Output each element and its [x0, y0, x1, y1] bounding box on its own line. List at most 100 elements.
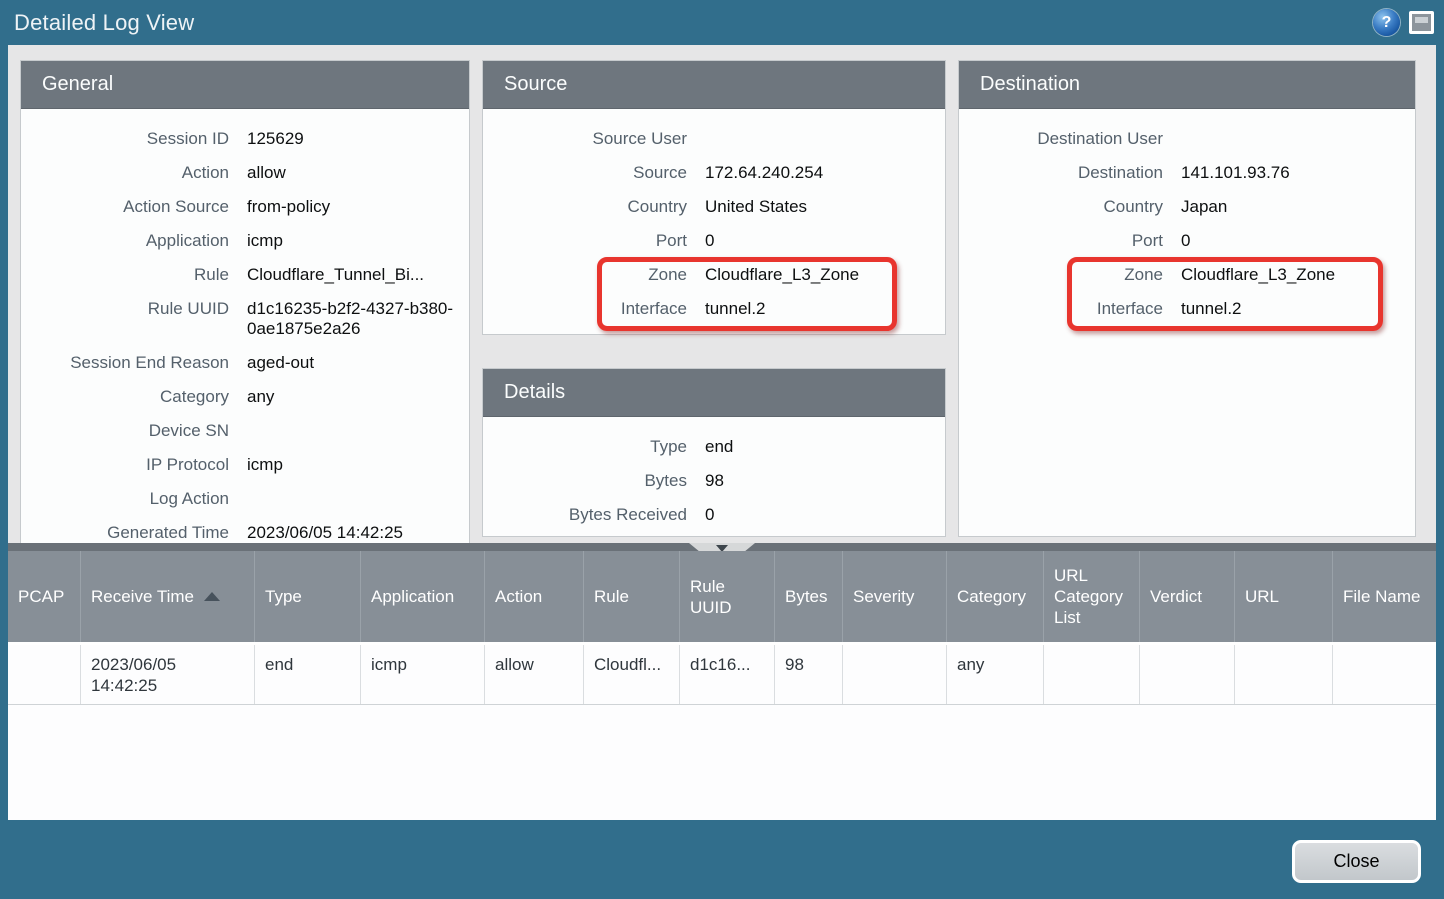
field-label: Source User — [592, 129, 687, 148]
field-label: Zone — [648, 265, 687, 284]
field-label: Rule — [194, 265, 229, 284]
column-header-rule-uuid[interactable]: Rule UUID — [680, 551, 775, 642]
field-value: 172.64.240.254 — [705, 163, 824, 182]
field-value: any — [247, 387, 275, 406]
destination-panel-body: Destination User Destination 141.101.93.… — [959, 109, 1415, 331]
field-value: 141.101.93.76 — [1181, 163, 1290, 182]
close-button[interactable]: Close — [1292, 840, 1421, 883]
field-row-zone: Zone Cloudflare_L3_Zone — [483, 258, 945, 292]
column-header-bytes[interactable]: Bytes — [775, 551, 843, 642]
column-header-type[interactable]: Type — [255, 551, 361, 642]
field-value: aged-out — [247, 353, 315, 372]
field-value: Cloudflare_Tunnel_Bi... — [247, 265, 425, 284]
field-row-zone: Zone Cloudflare_L3_Zone — [959, 258, 1415, 292]
cell-rule-uuid: d1c16... — [680, 645, 775, 704]
field-label: IP Protocol — [146, 455, 229, 474]
field-row-session-end-reason: Session End Reason aged-out — [21, 346, 469, 380]
column-header-application[interactable]: Application — [361, 551, 485, 642]
field-value: allow — [247, 163, 286, 182]
field-value: end — [705, 437, 734, 456]
column-header-pcap[interactable]: PCAP — [8, 551, 81, 642]
details-panel-body: Type end Bytes 98 Bytes Received 0 — [483, 417, 945, 532]
column-header-url[interactable]: URL — [1235, 551, 1333, 642]
field-label: Interface — [1096, 299, 1163, 318]
column-header-severity[interactable]: Severity — [843, 551, 947, 642]
cell-bytes: 98 — [775, 645, 843, 704]
column-header-url-category-list[interactable]: URL Category List — [1044, 551, 1140, 642]
help-icon[interactable]: ? — [1373, 9, 1400, 36]
field-row-bytes-received: Bytes Received 0 — [483, 498, 945, 532]
field-row-action: Action allow — [21, 156, 469, 190]
field-value: tunnel.2 — [1181, 299, 1242, 318]
field-label: Destination — [1077, 163, 1163, 182]
field-value: 0 — [1181, 231, 1191, 250]
window-restore-band — [1415, 17, 1428, 23]
field-value: Cloudflare_L3_Zone — [705, 265, 860, 284]
field-value: Cloudflare_L3_Zone — [1181, 265, 1336, 284]
field-label: Device SN — [148, 421, 229, 440]
field-row-ip-protocol: IP Protocol icmp — [21, 448, 469, 482]
field-label: Destination User — [1037, 129, 1163, 148]
field-row-category: Category any — [21, 380, 469, 414]
detail-panels-area: General Session ID 125629 Action allow A… — [8, 45, 1436, 543]
column-header-category[interactable]: Category — [947, 551, 1044, 642]
field-value: from-policy — [247, 197, 331, 216]
column-header-receive-time[interactable]: Receive Time — [81, 551, 255, 642]
source-panel: Source Source User Source 172.64.240.254… — [482, 60, 946, 335]
cell-url — [1235, 645, 1333, 704]
field-label: Rule UUID — [147, 299, 229, 318]
column-header-file-name[interactable]: File Name — [1333, 551, 1436, 642]
field-row-interface: Interface tunnel.2 — [483, 292, 945, 326]
general-panel-header: General — [21, 61, 469, 109]
source-panel-body: Source User Source 172.64.240.254 Countr… — [483, 109, 945, 331]
field-value: icmp — [247, 231, 283, 250]
field-value: 0 — [705, 231, 715, 250]
cell-url-category-list — [1044, 645, 1140, 704]
field-value — [687, 129, 945, 149]
field-row-source: Source 172.64.240.254 — [483, 156, 945, 190]
field-row-device-sn: Device SN — [21, 414, 469, 448]
table-row[interactable]: 2023/06/05 14:42:25 end icmp allow Cloud… — [8, 645, 1436, 705]
destination-panel-header: Destination — [959, 61, 1415, 109]
field-label: Country — [627, 197, 687, 216]
cell-pcap — [8, 645, 81, 704]
field-row-type: Type end — [483, 430, 945, 464]
field-label: Type — [650, 437, 687, 456]
cell-application: icmp — [361, 645, 485, 704]
field-value: icmp — [247, 455, 283, 474]
field-label: Generated Time — [107, 523, 229, 542]
window-restore-icon[interactable] — [1409, 11, 1434, 34]
field-row-destination: Destination 141.101.93.76 — [959, 156, 1415, 190]
column-header-rule[interactable]: Rule — [584, 551, 680, 642]
field-row-log-action: Log Action — [21, 482, 469, 516]
field-row-generated-time: Generated Time 2023/06/05 14:42:25 — [21, 516, 469, 543]
field-label: Action Source — [123, 197, 229, 216]
log-table: PCAP Receive Time Type Application Actio… — [8, 551, 1436, 820]
field-row-rule: Rule Cloudflare_Tunnel_Bi... — [21, 258, 469, 292]
field-value — [229, 489, 469, 509]
source-panel-header: Source — [483, 61, 945, 109]
destination-panel: Destination Destination User Destination… — [958, 60, 1416, 537]
panel-table-splitter[interactable] — [8, 543, 1436, 556]
field-label: Port — [655, 231, 687, 250]
cell-rule: Cloudfl... — [584, 645, 680, 704]
field-label: Action — [181, 163, 229, 182]
field-row-country: Country United States — [483, 190, 945, 224]
field-row-session-id: Session ID 125629 — [21, 122, 469, 156]
field-row-country: Country Japan — [959, 190, 1415, 224]
field-label: Application — [145, 231, 229, 250]
field-row-port: Port 0 — [483, 224, 945, 258]
cell-file-name — [1333, 645, 1436, 704]
column-header-verdict[interactable]: Verdict — [1140, 551, 1235, 642]
field-label: Port — [1131, 231, 1163, 250]
field-value: 125629 — [247, 129, 304, 148]
field-label: Session ID — [146, 129, 229, 148]
cell-receive-time: 2023/06/05 14:42:25 — [81, 645, 255, 704]
details-panel: Details Type end Bytes 98 Bytes Received… — [482, 368, 946, 537]
titlebar-icons: ? — [1373, 0, 1434, 45]
field-row-interface: Interface tunnel.2 — [959, 292, 1415, 326]
field-value: tunnel.2 — [705, 299, 766, 318]
column-header-action[interactable]: Action — [485, 551, 584, 642]
field-value — [1163, 129, 1415, 149]
field-label: Bytes Received — [568, 505, 687, 524]
